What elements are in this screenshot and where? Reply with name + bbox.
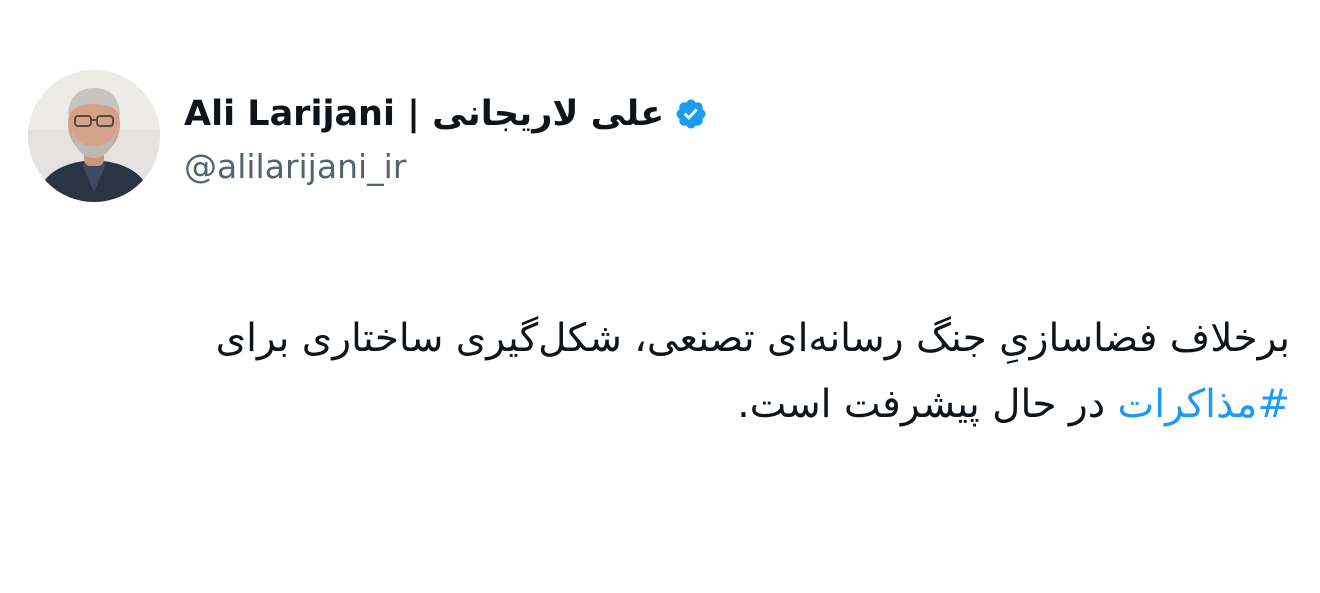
- verified-badge-icon: [674, 97, 708, 131]
- tweet-text-after-hashtag: در حال پیشرفت است.: [737, 382, 1118, 427]
- avatar-image: [28, 70, 160, 202]
- tweet-text-before-hashtag: برخلاف فضاسازیِ جنگ رسانه‌ای تصنعی، شکل‌…: [215, 316, 1290, 361]
- author-identity: Ali Larijani | علی لاریجانی @alilarijani…: [184, 70, 708, 202]
- author-handle[interactable]: @alilarijani_ir: [184, 147, 708, 186]
- author-avatar[interactable]: [28, 70, 160, 202]
- tweet-header: Ali Larijani | علی لاریجانی @alilarijani…: [28, 70, 708, 202]
- tweet-text: برخلاف فضاسازیِ جنگ رسانه‌ای تصنعی، شکل‌…: [110, 306, 1290, 438]
- hashtag-link[interactable]: #مذاکرات: [1117, 382, 1290, 427]
- author-name-row: Ali Larijani | علی لاریجانی: [184, 87, 708, 141]
- tweet-card: Ali Larijani | علی لاریجانی @alilarijani…: [0, 0, 1320, 593]
- author-display-name[interactable]: Ali Larijani | علی لاریجانی: [184, 94, 664, 134]
